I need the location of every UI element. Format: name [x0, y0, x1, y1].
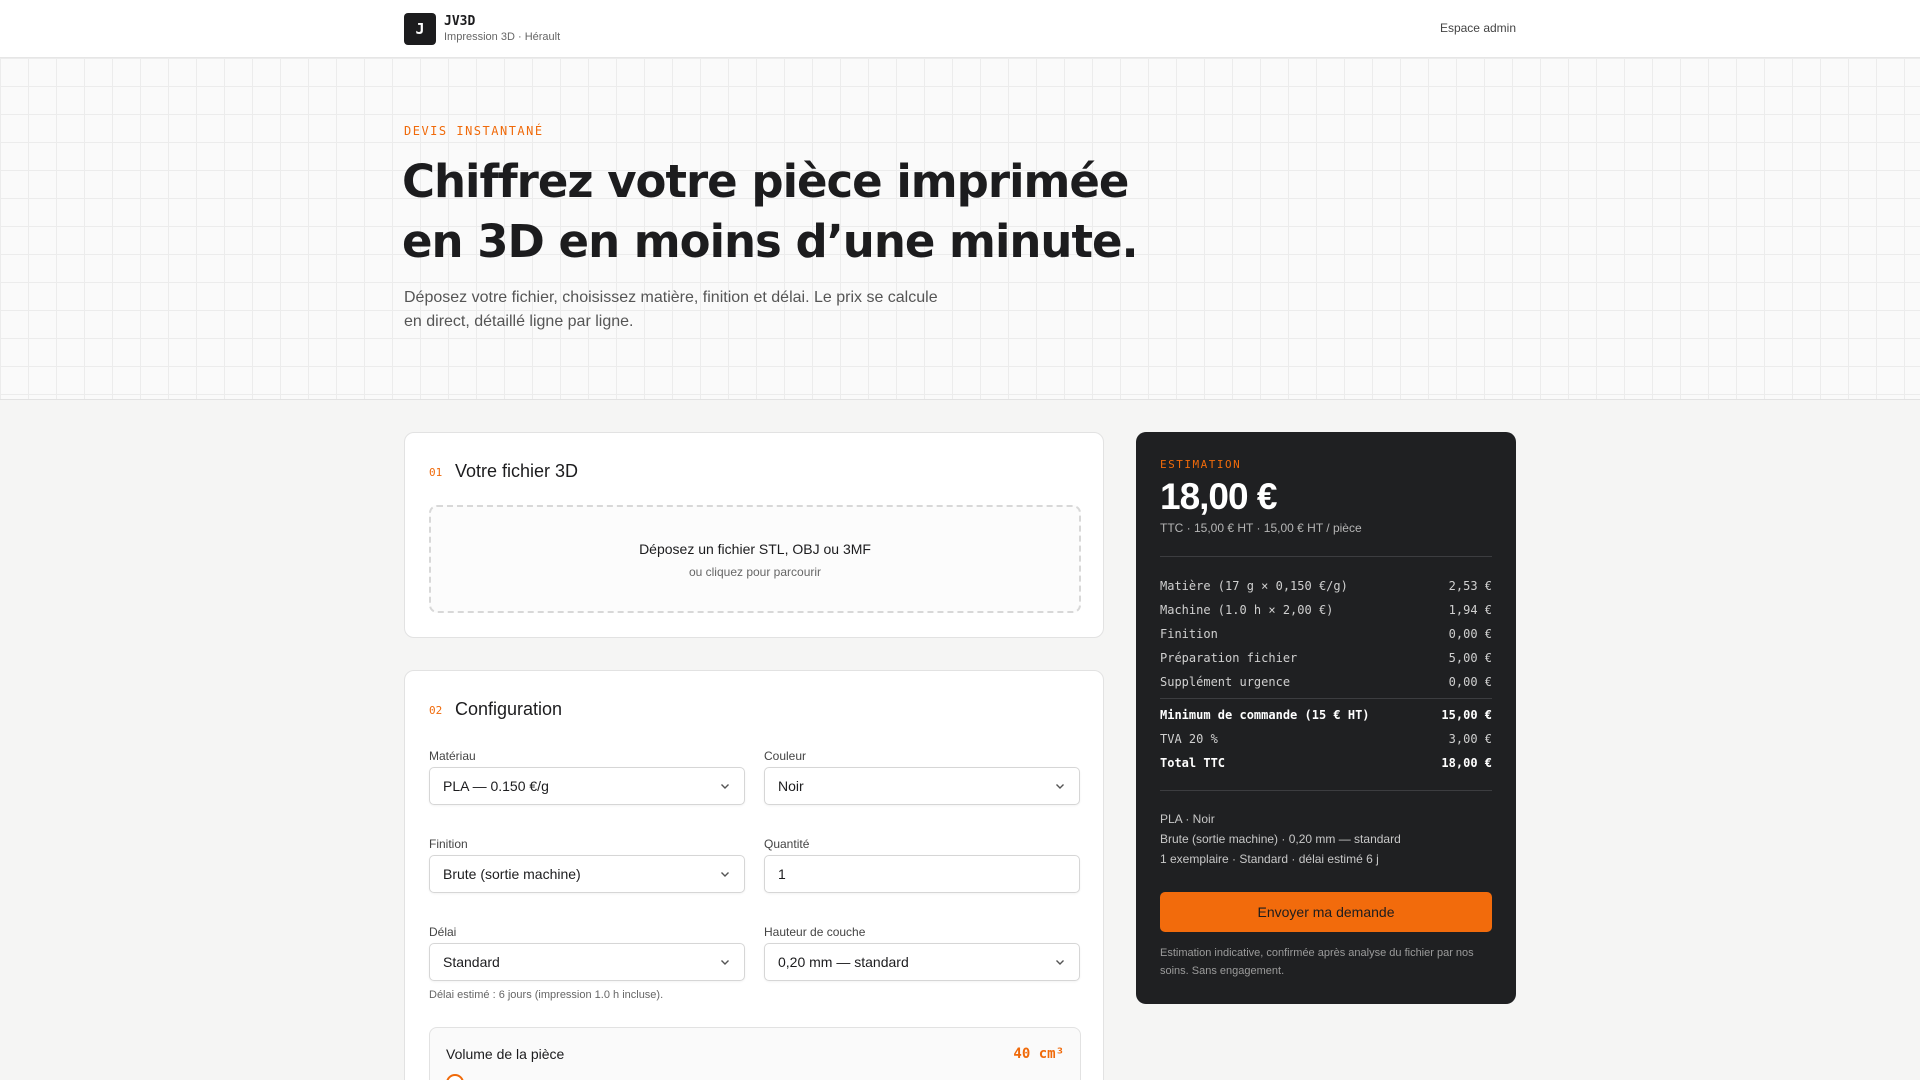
- estimate-disclaimer: Estimation indicative, confirmée après a…: [1160, 947, 1474, 977]
- material-label: Matériau: [429, 749, 476, 763]
- line-label: Machine (1.0 h × 2,00 €): [1160, 603, 1334, 617]
- minimum-order-line: Minimum de commande (15 € HT) 15,00 €: [1160, 708, 1492, 722]
- hero-title-line1: Chiffrez votre pièce imprimée: [402, 155, 1129, 208]
- hero-section: DEVIS INSTANTANÉ Chiffrez votre pièce im…: [0, 58, 1920, 400]
- finish-label: Finition: [429, 837, 468, 851]
- chevron-down-icon: [1056, 960, 1064, 965]
- layer-height-value: 0,20 mm — standard: [778, 954, 909, 970]
- line-value: 2,53 €: [1448, 579, 1492, 593]
- volume-value: 40 cm³: [1013, 1046, 1064, 1062]
- summary-material-color: PLA · Noir: [1160, 812, 1215, 826]
- estimate-panel: ESTIMATION 18,00 € TTC · 15,00 € HT · 15…: [1136, 432, 1516, 1004]
- line-value: 1,94 €: [1448, 603, 1492, 617]
- layer-height-select[interactable]: 0,20 mm — standard: [764, 943, 1080, 981]
- line-value: 18,00 €: [1441, 756, 1492, 770]
- color-select[interactable]: Noir: [764, 767, 1080, 805]
- file-card-title: Votre fichier 3D: [455, 461, 579, 481]
- breakdown-line: Supplément urgence 0,00 €: [1160, 675, 1492, 689]
- breakdown-line: Préparation fichier 5,00 €: [1160, 651, 1492, 665]
- file-card: 01 Votre fichier 3D Déposez un fichier S…: [404, 432, 1104, 638]
- finish-value: Brute (sortie machine): [443, 866, 581, 882]
- material-value: PLA — 0.150 €/g: [443, 778, 549, 794]
- summary-quantity-delay: 1 exemplaire · Standard · délai estimé 6…: [1160, 852, 1379, 866]
- chevron-down-icon: [1056, 784, 1064, 789]
- config-card: 02 Configuration Matériau PLA — 0.150 €/…: [404, 670, 1104, 1080]
- brand-name: JV3D: [444, 14, 476, 29]
- hero-description: Déposez votre fichier, choisissez matièr…: [404, 286, 1004, 334]
- divider: [1160, 790, 1492, 791]
- breakdown-line: Machine (1.0 h × 2,00 €) 1,94 €: [1160, 603, 1492, 617]
- line-value: 15,00 €: [1441, 708, 1492, 722]
- estimate-price: 18,00 €: [1160, 476, 1277, 517]
- line-value: 5,00 €: [1448, 651, 1492, 665]
- material-select[interactable]: PLA — 0.150 €/g: [429, 767, 745, 805]
- line-label: Matière (17 g × 0,150 €/g): [1160, 579, 1348, 593]
- chevron-down-icon: [721, 872, 729, 877]
- line-value: 3,00 €: [1448, 732, 1492, 746]
- vat-line: TVA 20 % 3,00 €: [1160, 732, 1492, 746]
- line-label: Supplément urgence: [1160, 675, 1291, 689]
- quantity-value: 1: [778, 866, 786, 882]
- delay-value: Standard: [443, 954, 500, 970]
- line-label: Finition: [1160, 627, 1218, 641]
- volume-slider-handle[interactable]: [446, 1074, 464, 1080]
- hero-title-line2: en 3D en moins d’une minute.: [402, 215, 1139, 268]
- estimate-price-detail: TTC · 15,00 € HT · 15,00 € HT / pièce: [1160, 521, 1362, 535]
- chevron-down-icon: [721, 784, 729, 789]
- estimate-eyebrow: ESTIMATION: [1160, 458, 1242, 471]
- top-bar: J JV3D Impression 3D · Hérault Espace ad…: [0, 0, 1920, 58]
- layer-height-label: Hauteur de couche: [764, 925, 866, 939]
- logo[interactable]: J: [404, 13, 436, 45]
- line-label: TVA 20 %: [1160, 732, 1218, 746]
- summary-finish-layer: Brute (sortie machine) · 0,20 mm — stand…: [1160, 832, 1401, 846]
- quantity-label: Quantité: [764, 837, 810, 851]
- admin-link[interactable]: Espace admin: [1440, 21, 1516, 35]
- breakdown-line: Matière (17 g × 0,150 €/g) 2,53 €: [1160, 579, 1492, 593]
- divider: [1160, 698, 1492, 699]
- breakdown-line: Finition 0,00 €: [1160, 627, 1492, 641]
- delay-label: Délai: [429, 925, 457, 939]
- chevron-down-icon: [721, 960, 729, 965]
- hero-title: Chiffrez votre pièce imprimée en 3D en m…: [402, 152, 1162, 272]
- finish-select[interactable]: Brute (sortie machine): [429, 855, 745, 893]
- color-value: Noir: [778, 778, 804, 794]
- line-label: Préparation fichier: [1160, 651, 1298, 665]
- delay-hint: Délai estimé : 6 jours (impression 1.0 h…: [429, 989, 664, 1001]
- config-card-title: Configuration: [455, 699, 563, 719]
- step-number: 02: [429, 704, 443, 717]
- volume-label: Volume de la pièce: [446, 1046, 565, 1062]
- color-label: Couleur: [764, 749, 807, 763]
- file-dropzone[interactable]: Déposez un fichier STL, OBJ ou 3MF ou cl…: [429, 505, 1081, 613]
- step-number: 01: [429, 466, 443, 479]
- dropzone-browse-hint: ou cliquez pour parcourir: [688, 565, 822, 579]
- line-label: Total TTC: [1160, 756, 1226, 770]
- hero-eyebrow: DEVIS INSTANTANÉ: [404, 124, 544, 138]
- quantity-input[interactable]: 1: [764, 855, 1080, 893]
- volume-panel: Volume de la pièce 40 cm³: [429, 1027, 1081, 1080]
- hero-desc-line2: en direct, détaillé ligne par ligne.: [404, 313, 634, 330]
- delay-select[interactable]: Standard: [429, 943, 745, 981]
- line-label: Minimum de commande (15 € HT): [1160, 708, 1370, 722]
- divider: [1160, 556, 1492, 557]
- send-request-button[interactable]: Envoyer ma demande: [1160, 892, 1492, 932]
- line-value: 0,00 €: [1448, 675, 1492, 689]
- hero-desc-line1: Déposez votre fichier, choisissez matièr…: [404, 289, 938, 306]
- dropzone-label: Déposez un fichier STL, OBJ ou 3MF: [639, 541, 871, 557]
- total-line: Total TTC 18,00 €: [1160, 756, 1492, 770]
- brand-tagline: Impression 3D · Hérault: [444, 31, 561, 43]
- line-value: 0,00 €: [1448, 627, 1492, 641]
